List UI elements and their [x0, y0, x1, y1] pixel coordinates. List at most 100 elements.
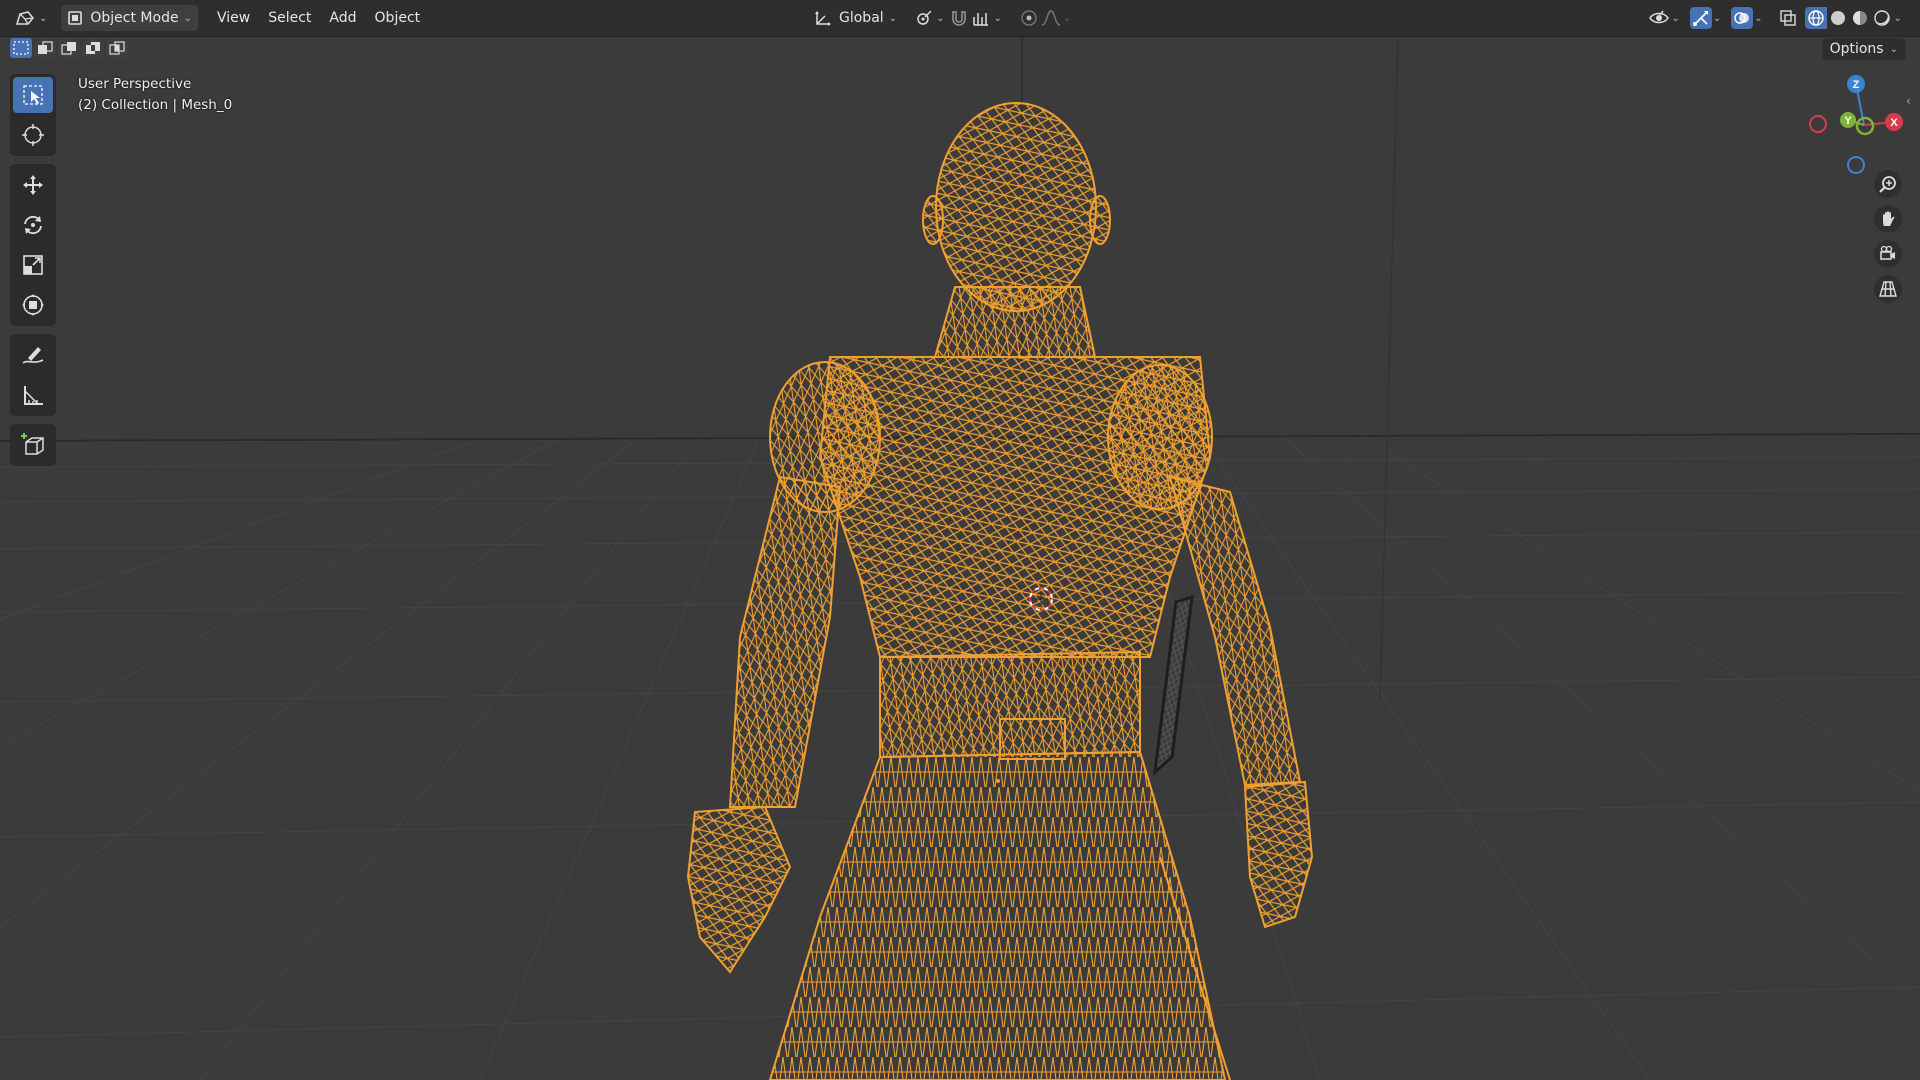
gizmo-toggle[interactable]	[1689, 7, 1712, 29]
navigation-tools	[1874, 170, 1902, 303]
tool-group-annotate	[10, 334, 56, 416]
hand-icon	[1883, 211, 1895, 226]
editor-type-button[interactable]: ⌄	[10, 5, 53, 31]
gizmo-icon	[1692, 11, 1708, 26]
select-box-icon	[23, 85, 43, 105]
rendered-shading-button[interactable]	[1871, 7, 1893, 29]
proportional-icon	[1021, 10, 1037, 26]
3d-viewport[interactable]: User Perspective (2) Collection | Mesh_0	[0, 37, 1920, 1080]
menu-add[interactable]: Add	[320, 5, 365, 31]
magnet-icon	[952, 11, 967, 26]
header-right: ⌄ ⌄ ⌄ ⌄	[1648, 5, 1906, 31]
select-subtract-button[interactable]	[58, 38, 80, 58]
material-shading-button[interactable]	[1849, 7, 1871, 29]
snap-target-button[interactable]	[970, 7, 992, 29]
zoom-icon	[1879, 176, 1896, 193]
transform-orientation-dropdown[interactable]: Global ⌄	[808, 5, 903, 31]
object-mode-icon	[68, 11, 83, 25]
measure-icon	[24, 386, 43, 405]
x-axis-label: X	[1890, 117, 1898, 129]
tool-group-select	[10, 74, 56, 156]
options-label: Options	[1829, 41, 1884, 57]
rotate-icon	[24, 215, 42, 235]
sidebar-collapse-icon[interactable]: ‹	[1906, 94, 1911, 108]
collection-label: (2) Collection | Mesh_0	[78, 97, 233, 113]
grid-icon	[1879, 281, 1897, 297]
chevron-down-icon[interactable]: ⌄	[936, 13, 944, 24]
solid-shading-button[interactable]	[1827, 7, 1849, 29]
select-intersect-button[interactable]	[106, 38, 128, 58]
rotate-tool[interactable]	[13, 207, 53, 243]
scale-icon	[23, 255, 43, 275]
chevron-down-icon[interactable]: ⌄	[1063, 13, 1071, 24]
tool-shelf	[10, 74, 56, 474]
annotate-tool[interactable]	[13, 337, 53, 373]
xray-icon	[1779, 10, 1796, 26]
xray-toggle[interactable]	[1777, 7, 1799, 29]
orientation-icon	[815, 11, 831, 26]
annotate-icon	[22, 347, 44, 364]
navigation-gizmo[interactable]: Z X Y	[1800, 72, 1910, 182]
pivot-point-button[interactable]	[913, 7, 935, 29]
sword-mesh[interactable]	[1153, 594, 1194, 776]
viewport-info: User Perspective (2) Collection | Mesh_0	[78, 74, 232, 116]
visibility-icon	[1649, 10, 1670, 24]
grid-vertical	[1379, 37, 1399, 703]
select-new-button[interactable]	[10, 38, 32, 58]
measure-tool[interactable]	[13, 377, 53, 413]
perspective-toggle-button[interactable]	[1874, 275, 1902, 303]
select-extend-button[interactable]	[34, 38, 56, 58]
menu-object[interactable]: Object	[366, 5, 430, 31]
pivot-icon	[917, 10, 932, 25]
options-dropdown[interactable]: Options ⌄	[1821, 38, 1906, 60]
chevron-down-icon[interactable]: ⌄	[993, 13, 1001, 24]
chevron-down-icon[interactable]: ⌄	[1754, 13, 1762, 24]
chevron-down-icon[interactable]: ⌄	[1713, 13, 1721, 24]
wireframe-shading-button[interactable]	[1804, 7, 1827, 29]
zoom-button[interactable]	[1874, 170, 1902, 198]
chevron-down-icon[interactable]: ⌄	[1894, 13, 1902, 24]
tool-group-transform	[10, 164, 56, 326]
scale-tool[interactable]	[13, 247, 53, 283]
pan-button[interactable]	[1874, 205, 1902, 233]
viewport-header: ⌄ Object Mode ⌄ View Select Add Object G…	[0, 0, 1920, 37]
visibility-button[interactable]	[1648, 7, 1670, 29]
menu-select[interactable]: Select	[259, 5, 320, 31]
add-cube-tool[interactable]	[13, 427, 53, 463]
select-intersect-icon	[109, 41, 125, 55]
cursor-tool[interactable]	[13, 117, 53, 153]
transform-tool[interactable]	[13, 287, 53, 323]
select-mode-buttons	[10, 38, 128, 58]
y-axis-label: Y	[1844, 115, 1852, 127]
neg-x-axis-handle[interactable]	[1809, 115, 1827, 133]
neg-y-axis-handle[interactable]	[1855, 116, 1875, 136]
overlay-toggle[interactable]	[1731, 7, 1754, 29]
wireframe-character[interactable]	[686, 102, 1314, 1080]
object-origin	[996, 779, 1000, 783]
chevron-down-icon: ⌄	[183, 12, 192, 24]
camera-icon	[1880, 245, 1895, 260]
cursor-icon	[22, 124, 44, 146]
falloff-button[interactable]	[1040, 7, 1062, 29]
select-invert-icon	[86, 42, 100, 54]
transform-icon	[22, 294, 44, 316]
select-invert-button[interactable]	[82, 38, 104, 58]
select-box-tool[interactable]	[13, 77, 53, 113]
chevron-down-icon: ⌄	[1889, 43, 1898, 55]
chevron-down-icon: ⌄	[39, 12, 48, 24]
move-tool[interactable]	[13, 167, 53, 203]
snap-toggle[interactable]	[948, 7, 970, 29]
add-cube-icon	[21, 433, 44, 455]
neg-z-axis-handle[interactable]	[1847, 156, 1865, 174]
mode-dropdown[interactable]: Object Mode ⌄	[61, 5, 198, 31]
rendered-icon	[1873, 10, 1890, 26]
proportional-edit-toggle[interactable]	[1018, 7, 1040, 29]
perspective-label: User Perspective	[78, 76, 192, 92]
camera-view-button[interactable]	[1874, 240, 1902, 268]
tool-group-add	[10, 424, 56, 466]
menu-view[interactable]: View	[208, 5, 259, 31]
select-extend-icon	[38, 41, 53, 54]
chevron-down-icon[interactable]: ⌄	[1671, 13, 1679, 24]
mode-label: Object Mode	[90, 10, 179, 26]
wireframe-icon	[1807, 10, 1824, 26]
